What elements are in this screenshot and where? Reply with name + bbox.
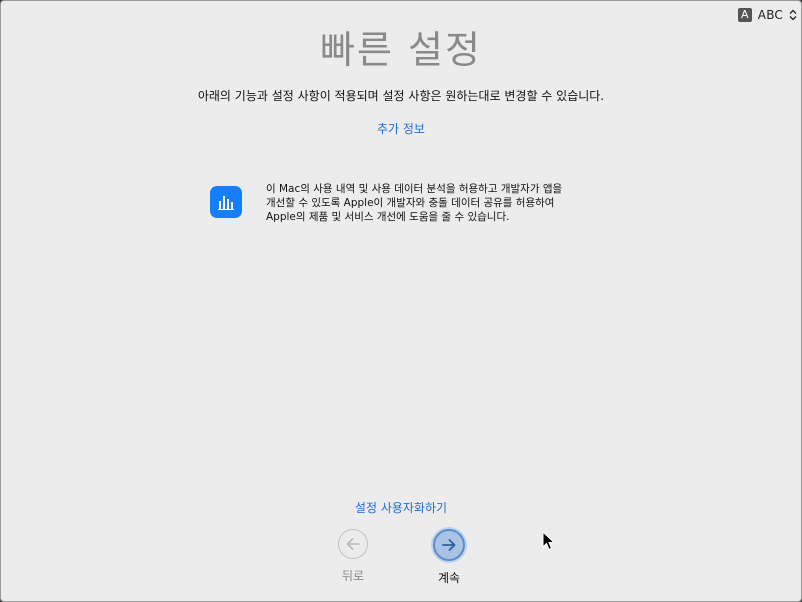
continue-button[interactable]: 계속 [419,529,479,586]
page-subtitle: 아래의 기능과 설정 사항이 적용되며 설정 사항은 원하는대로 변경할 수 있… [197,89,605,103]
back-arrow-icon [338,529,368,559]
bar-chart-icon [210,186,242,218]
forward-arrow-icon [433,529,465,561]
setup-window: A ABC 빠른 설정 아래의 기능과 설정 사항이 적용되며 설정 사항은 원… [0,0,802,602]
analytics-section: 이 Mac의 사용 내역 및 사용 데이터 분석을 허용하고 개발자가 앱을 개… [210,182,570,224]
analytics-description: 이 Mac의 사용 내역 및 사용 데이터 분석을 허용하고 개발자가 앱을 개… [266,183,563,223]
page-title: 빠른 설정 [320,28,482,72]
back-button[interactable]: 뒤로 [323,529,383,584]
customize-settings-link[interactable]: 설정 사용자화하기 [1,499,801,516]
more-info-link[interactable]: 추가 정보 [1,120,801,137]
mouse-pointer-icon [542,531,556,551]
back-label: 뒤로 [341,569,365,583]
continue-label: 계속 [437,571,461,585]
